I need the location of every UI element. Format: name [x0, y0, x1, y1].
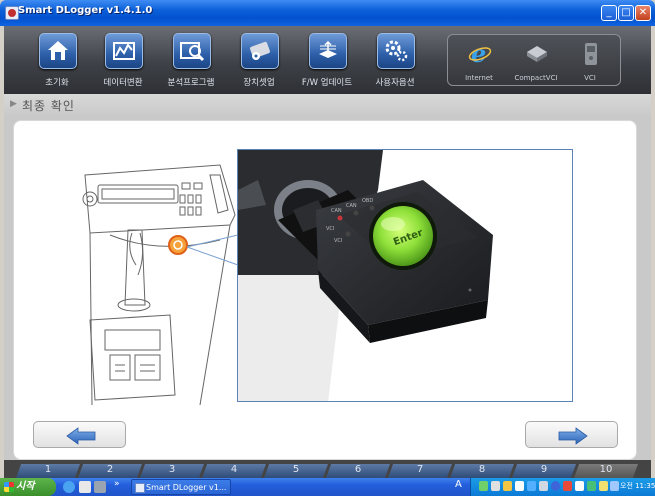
step-5: 5: [264, 460, 328, 478]
toolbar-device-settings-button[interactable]: 장치셋업: [224, 26, 294, 94]
toolbar-label: F/W 업데이트: [301, 78, 353, 88]
volume-icon[interactable]: [599, 481, 608, 491]
tray-icon[interactable]: [479, 481, 488, 491]
minimize-button[interactable]: _: [601, 5, 617, 21]
device-settings-icon: [241, 33, 279, 69]
page-title: 최종 확인: [22, 99, 75, 113]
tray-icon[interactable]: [503, 481, 512, 491]
step-label: 2: [106, 464, 114, 475]
compactvci-label: CompactVCI: [514, 74, 558, 82]
toolbar-data-convert-button[interactable]: 데이터변환: [88, 26, 158, 94]
ime-indicator[interactable]: A: [455, 479, 462, 490]
app-quicklaunch-icon[interactable]: [94, 481, 106, 493]
compactvci-button[interactable]: CompactVCI: [508, 35, 564, 85]
gear-icon: [377, 33, 415, 69]
device-photo: Enter CAN CAN OBD VCI VCI: [237, 149, 573, 402]
step-1: 1: [16, 460, 80, 478]
tray-icon[interactable]: [515, 481, 524, 491]
bluetooth-icon[interactable]: [551, 481, 560, 491]
firmware-update-icon: [309, 33, 347, 69]
step-label: 9: [540, 464, 548, 475]
tray-icon[interactable]: [527, 481, 536, 491]
home-icon: [39, 33, 77, 69]
clock: 오전 11:35: [620, 482, 655, 490]
breadcrumb-arrow-icon: ▶: [10, 99, 17, 109]
compactvci-icon: [525, 40, 549, 68]
breadcrumb: [4, 94, 651, 118]
step-label: 4: [230, 464, 238, 475]
step-label: 6: [354, 464, 362, 475]
step-label: 3: [168, 464, 176, 475]
step-label: 8: [478, 464, 486, 475]
tray-icon[interactable]: [491, 481, 500, 491]
document-quicklaunch-icon[interactable]: [79, 481, 91, 493]
quicklaunch-chevron-icon[interactable]: »: [114, 479, 120, 489]
maximize-button[interactable]: □: [618, 5, 634, 21]
taskbar-item-smart-dlogger[interactable]: Smart DLogger v1...: [131, 479, 231, 495]
step-6: 6: [326, 460, 390, 478]
toolbar-label: 장치셋업: [243, 78, 275, 88]
internet-button[interactable]: e Internet: [451, 35, 507, 85]
led-label: VCI: [326, 226, 334, 232]
analysis-icon: [173, 33, 211, 69]
led-label: VCI: [334, 238, 342, 244]
toolbar-label: 분석프로그램: [167, 78, 215, 88]
close-button[interactable]: ✕: [635, 5, 651, 21]
app-icon[interactable]: [5, 6, 19, 20]
step-label: 7: [416, 464, 424, 475]
led-label: CAN: [331, 208, 342, 214]
step-label: 10: [599, 464, 613, 475]
step-3: 3: [140, 460, 204, 478]
windows-logo-icon: [4, 482, 14, 492]
tray-icon[interactable]: [575, 481, 584, 491]
svg-text:e: e: [471, 40, 486, 68]
step-label: 5: [292, 464, 300, 475]
vci-icon: [579, 40, 603, 68]
step-8: 8: [450, 460, 514, 478]
internet-explorer-quicklaunch-icon[interactable]: [63, 481, 75, 493]
toolbar-analysis-button[interactable]: 분석프로그램: [156, 26, 226, 94]
vci-button[interactable]: VCI: [562, 35, 618, 85]
tray-icon[interactable]: [610, 481, 619, 491]
internet-explorer-icon: e: [468, 39, 492, 68]
toolbar-label: 사용자옵션: [375, 78, 415, 88]
tray-icon[interactable]: [587, 481, 596, 491]
prev-button[interactable]: [33, 421, 126, 448]
step-2: 2: [78, 460, 142, 478]
internet-label: Internet: [465, 74, 493, 82]
toolbar-home-button[interactable]: 초기화: [22, 26, 92, 94]
step-9: 9: [512, 460, 576, 478]
led-label: OBD: [362, 198, 373, 204]
toolbar-fw-update-button[interactable]: F/W 업데이트: [292, 26, 362, 94]
step-progress-bar: 1 2 3 4 5 6 7 8 9 10: [4, 460, 651, 478]
toolbar-user-options-button[interactable]: 사용자옵션: [360, 26, 430, 94]
data-convert-icon: [105, 33, 143, 69]
step-4: 4: [202, 460, 266, 478]
led-label: CAN: [346, 203, 357, 209]
step-7: 7: [388, 460, 452, 478]
arrow-left-icon: [66, 427, 96, 445]
toolbar-label: 데이터변환: [103, 78, 143, 88]
car-interior-illustration: [82, 164, 239, 405]
arrow-right-icon: [558, 427, 588, 445]
next-button[interactable]: [525, 421, 618, 448]
step-label: 1: [44, 464, 52, 475]
tray-icon[interactable]: [539, 481, 548, 491]
step-10: 10: [574, 460, 638, 478]
toolbar-label: 초기화: [45, 78, 69, 88]
tray-icon[interactable]: [563, 481, 572, 491]
window-title: Smart DLogger v1.4.1.0: [18, 5, 153, 16]
vci-label: VCI: [584, 74, 596, 82]
